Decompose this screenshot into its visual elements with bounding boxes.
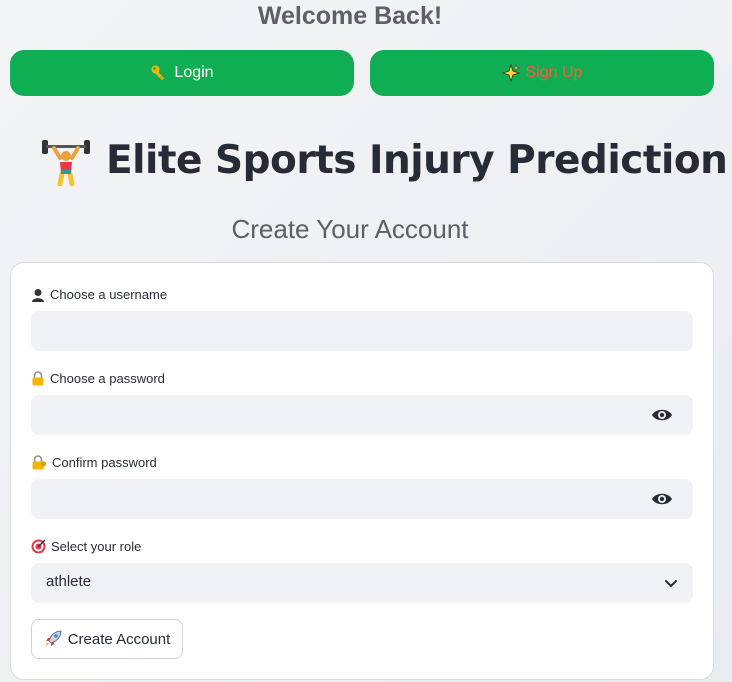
role-select[interactable]: athlete <box>31 563 693 603</box>
sparkle-icon <box>501 64 520 82</box>
password-label: Choose a password <box>31 371 165 386</box>
signup-button[interactable]: Sign Up <box>370 50 714 96</box>
username-field[interactable] <box>31 311 693 351</box>
target-icon <box>31 539 46 554</box>
password-field[interactable] <box>31 395 693 435</box>
role-label-text: Select your role <box>51 539 142 554</box>
confirm-label-text: Confirm password <box>52 455 157 470</box>
role-selected-value: athlete <box>46 573 92 590</box>
role-label: Select your role <box>31 539 141 554</box>
app-title-row: Elite Sports Injury Prediction <box>40 130 728 190</box>
chevron-down-icon[interactable] <box>663 575 679 591</box>
rocket-icon <box>44 630 62 647</box>
username-label: Choose a username <box>31 287 167 302</box>
signup-page: Welcome Back! Login Sign Up Elite Sports… <box>0 0 732 682</box>
lock-icon <box>32 371 44 386</box>
lock-with-key-icon <box>32 455 46 470</box>
confirm-password-input[interactable] <box>31 479 693 519</box>
login-button[interactable]: Login <box>10 50 354 96</box>
key-icon <box>151 65 165 81</box>
password-label-text: Choose a password <box>50 371 165 386</box>
welcome-heading: Welcome Back! <box>257 2 443 30</box>
username-label-text: Choose a username <box>50 287 168 302</box>
confirm-password-field[interactable] <box>31 479 693 519</box>
eye-icon[interactable] <box>651 405 673 425</box>
app-title: Elite Sports Injury Prediction <box>106 137 728 183</box>
confirm-label: Confirm password <box>31 455 157 470</box>
signup-label: Sign Up <box>525 64 583 81</box>
user-silhouette-icon <box>32 288 44 302</box>
create-account-label: Create Account <box>67 630 171 648</box>
form-heading: Create Your Account <box>231 214 469 244</box>
username-input[interactable] <box>31 311 693 351</box>
auth-nav: Login Sign Up <box>10 50 714 96</box>
create-account-button[interactable]: Create Account <box>31 619 183 659</box>
eye-icon[interactable] <box>651 489 673 509</box>
weightlifter-icon <box>42 140 90 186</box>
login-label: Login <box>174 64 214 81</box>
signup-form-card: Choose a username Choose a password Conf… <box>10 262 714 680</box>
password-input[interactable] <box>31 395 693 435</box>
